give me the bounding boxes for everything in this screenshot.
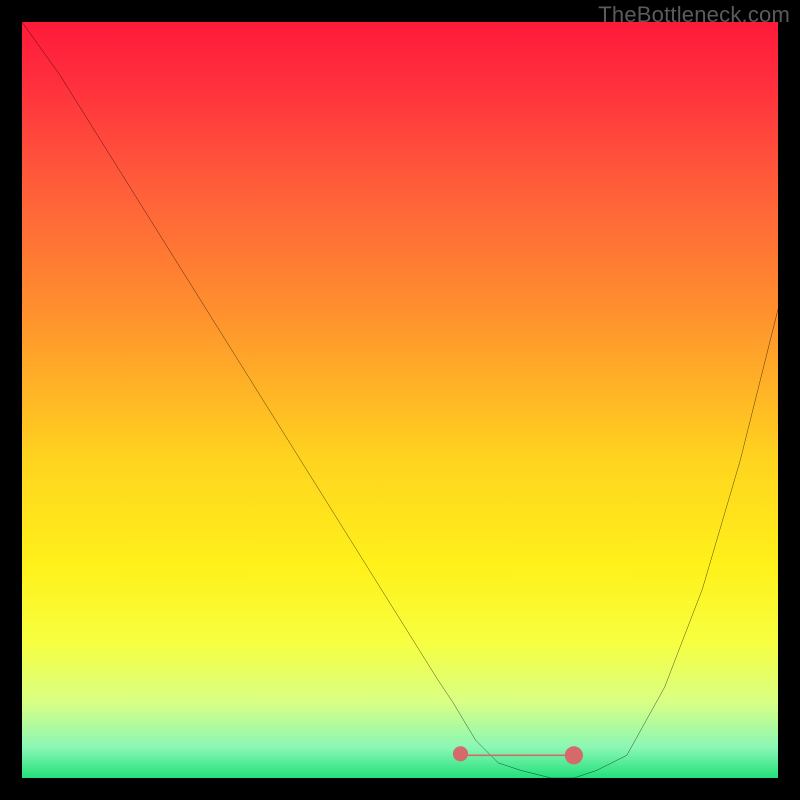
chart-svg	[22, 22, 778, 778]
trough-right-marker	[565, 746, 583, 764]
trough-left-marker	[453, 746, 468, 761]
bottleneck-curve-line	[22, 22, 778, 778]
chart-frame: TheBottleneck.com	[0, 0, 800, 800]
plot-area	[22, 22, 778, 778]
